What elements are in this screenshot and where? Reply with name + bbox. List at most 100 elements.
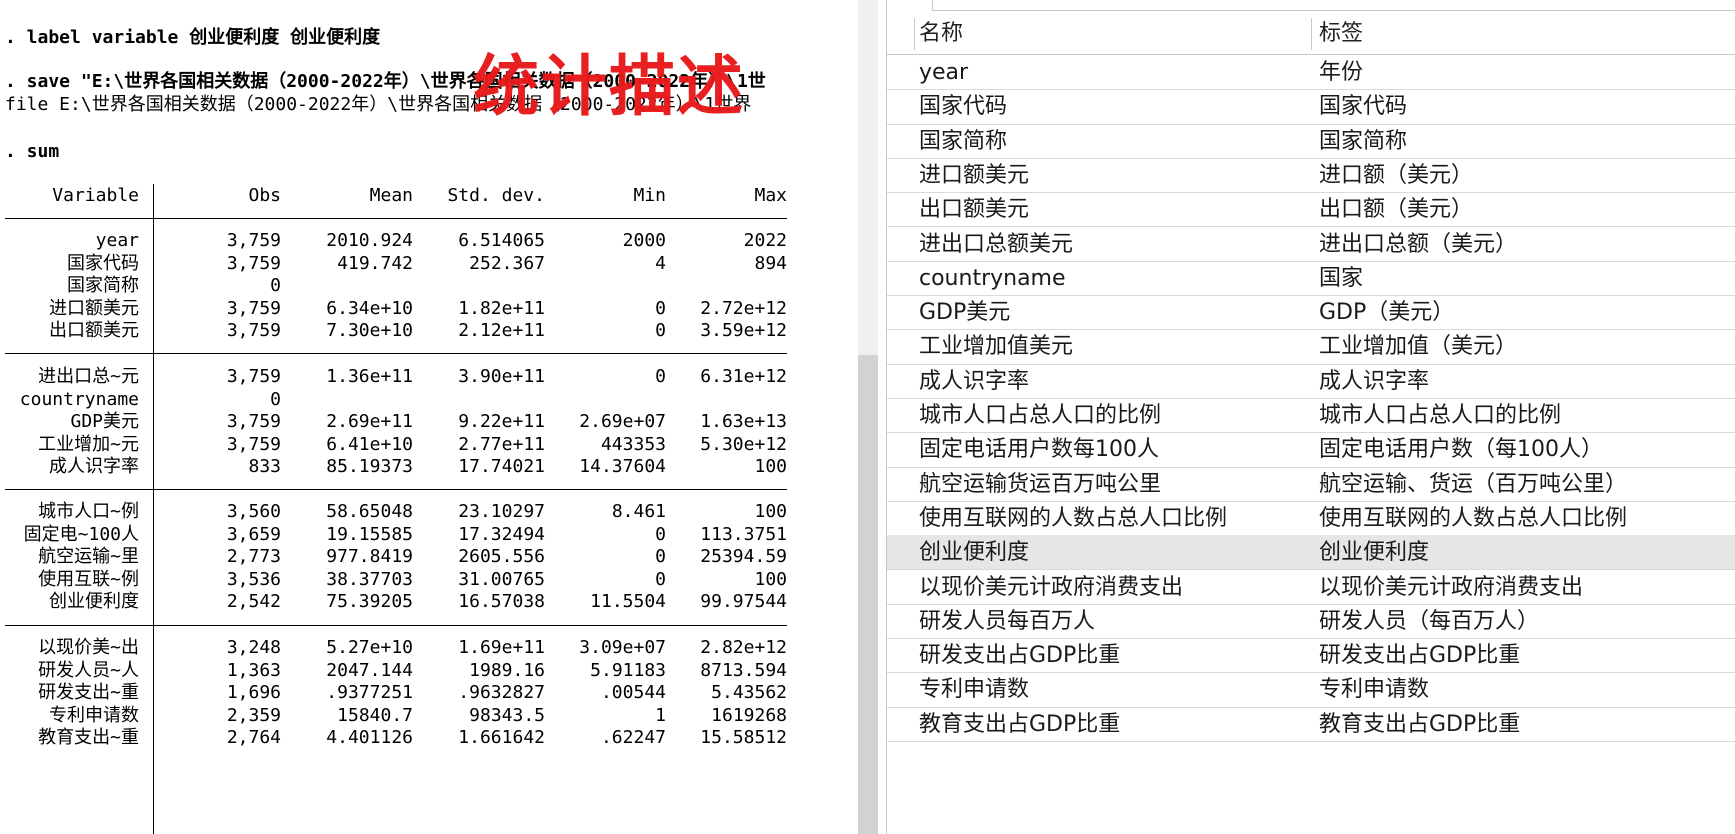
variable-row[interactable]: 进出口总额美元 进出口总额（美元）	[887, 227, 1735, 262]
scrollbar-thumb[interactable]	[858, 355, 878, 834]
cell-min: 5.91183	[590, 659, 666, 681]
variable-row[interactable]: 教育支出占GDP比重 教育支出占GDP比重	[887, 707, 1735, 742]
variable-row[interactable]: 专利申请数 专利申请数	[887, 672, 1735, 708]
variable-row[interactable]: 固定电话用户数每100人 固定电话用户数（每100人）	[887, 432, 1735, 468]
cell-variable: 创业便利度	[49, 591, 139, 613]
variable-name: GDP美元	[919, 300, 1011, 326]
cell-std-dev: 252.367	[469, 252, 545, 274]
cell-variable: 教育支出~重	[38, 727, 139, 749]
variable-row[interactable]: 国家简称 国家简称	[887, 124, 1735, 159]
header-min: Min	[633, 185, 666, 206]
cell-min: 1	[655, 704, 666, 726]
column-divider[interactable]	[1311, 18, 1312, 50]
cell-std-dev: 98343.5	[469, 704, 545, 726]
variable-row[interactable]: 城市人口占总人口的比例 城市人口占总人口的比例	[887, 398, 1735, 434]
cell-variable: 以现价美~出	[38, 637, 139, 658]
table-divider	[153, 218, 154, 834]
variable-label: 进出口总额（美元）	[1319, 231, 1518, 257]
variable-row[interactable]: 工业增加值美元 工业增加值（美元）	[887, 329, 1735, 365]
variable-label: 创业便利度	[1319, 540, 1430, 566]
cell-mean: 75.39205	[326, 591, 413, 613]
cell-obs: 3,759	[226, 252, 281, 274]
variable-row[interactable]: 进口额美元 进口额（美元）	[887, 158, 1735, 194]
cell-min: .62247	[600, 727, 666, 749]
cell-obs: 3,759	[226, 297, 281, 319]
cell-min: 0	[655, 320, 666, 342]
variable-label: 成人识字率	[1319, 368, 1430, 394]
cell-mean: 15840.7	[337, 704, 413, 726]
cell-variable: countryname	[19, 388, 139, 410]
variable-label: 专利申请数	[1319, 677, 1430, 703]
variable-row[interactable]: 出口额美元 出口额（美元）	[887, 192, 1735, 228]
header-mean: Mean	[369, 185, 413, 206]
variable-label: 以现价美元计政府消费支出	[1319, 574, 1584, 600]
cell-variable: 成人识字率	[49, 456, 139, 478]
column-header-name[interactable]: 名称	[919, 20, 963, 48]
cell-mean: 85.19373	[326, 456, 413, 478]
variable-row[interactable]: 航空运输货运百万吨公里 航空运输、货运（百万吨公里）	[887, 467, 1735, 502]
cell-obs: 3,536	[226, 568, 281, 590]
header-variable: Variable	[52, 185, 139, 206]
cell-std-dev: 2.77e+11	[458, 433, 545, 455]
variable-label: 城市人口占总人口的比例	[1319, 403, 1562, 428]
variable-name: 城市人口占总人口的比例	[919, 403, 1162, 428]
variable-row[interactable]: 研发人员每百万人 研发人员（每百万人）	[887, 604, 1735, 640]
variables-header: 名称 标签	[887, 14, 1735, 55]
cell-max: 2.72e+12	[700, 297, 787, 319]
column-header-label[interactable]: 标签	[1319, 20, 1363, 48]
column-divider[interactable]	[914, 18, 915, 50]
cell-max: 2022	[743, 230, 787, 251]
variable-label: 研发支出占GDP比重	[1319, 643, 1521, 669]
variable-row[interactable]: 使用互联网的人数占总人口比例 使用互联网的人数占总人口比例	[887, 501, 1735, 537]
variable-row[interactable]: 国家代码 国家代码	[887, 89, 1735, 125]
cell-obs: 0	[270, 388, 281, 410]
variable-name: 研发人员每百万人	[919, 608, 1096, 634]
cell-min: 0	[655, 523, 666, 545]
cell-min: .00544	[600, 682, 666, 704]
results-scrollbar[interactable]	[858, 0, 878, 834]
cell-variable: year	[95, 230, 139, 251]
variable-row[interactable]: 研发支出占GDP比重 研发支出占GDP比重	[887, 638, 1735, 674]
cell-variable: 工业增加~元	[38, 433, 139, 455]
table-rule	[5, 625, 787, 626]
cell-std-dev: 2605.556	[458, 546, 545, 568]
cell-obs: 2,359	[226, 704, 281, 726]
cell-variable: 国家简称	[67, 275, 139, 297]
cell-mean: 58.65048	[326, 501, 413, 522]
pane-splitter[interactable]	[878, 0, 886, 834]
cell-mean: 977.8419	[326, 546, 413, 568]
cell-max: 3.59e+12	[700, 320, 787, 342]
cell-max: 5.30e+12	[700, 433, 787, 455]
cell-mean: 7.30e+10	[326, 320, 413, 342]
variable-row[interactable]: 成人识字率 成人识字率	[887, 364, 1735, 399]
cell-min: 11.5504	[590, 591, 666, 613]
variable-row[interactable]: GDP美元 GDP（美元）	[887, 295, 1735, 331]
table-rule	[5, 353, 787, 354]
cell-max: 25394.59	[700, 546, 787, 568]
cell-min: 14.37604	[579, 456, 666, 478]
results-window[interactable]: . label variable 创业便利度 创业便利度 . save "E:\…	[0, 0, 858, 834]
cell-std-dev: 2.12e+11	[458, 320, 545, 342]
variable-name: 创业便利度	[919, 540, 1030, 566]
variable-row[interactable]: year 年份	[887, 55, 1735, 91]
cell-min: 443353	[600, 433, 666, 455]
cell-mean: 2047.144	[326, 659, 413, 681]
variables-filter-box[interactable]	[932, 0, 1735, 11]
variable-label: 教育支出占GDP比重	[1319, 711, 1521, 737]
variable-name: year	[919, 60, 969, 85]
table-divider	[153, 184, 154, 218]
cell-min: 0	[655, 546, 666, 568]
variable-row[interactable]: countryname 国家	[887, 261, 1735, 297]
cell-obs: 1,363	[226, 659, 281, 681]
cell-variable: 专利申请数	[49, 704, 139, 726]
variable-row[interactable]: 创业便利度 创业便利度	[887, 535, 1735, 571]
cell-variable: 城市人口~例	[38, 501, 139, 522]
variable-name: 研发支出占GDP比重	[919, 643, 1121, 669]
variable-label: 使用互联网的人数占总人口比例	[1319, 505, 1628, 531]
variable-label: 出口额（美元）	[1319, 197, 1474, 223]
variable-row[interactable]: 以现价美元计政府消费支出 以现价美元计政府消费支出	[887, 570, 1735, 605]
cell-obs: 3,759	[226, 433, 281, 455]
cell-mean: 2.69e+11	[326, 411, 413, 433]
cell-min: 4	[655, 252, 666, 274]
variable-label: GDP（美元）	[1319, 300, 1455, 326]
